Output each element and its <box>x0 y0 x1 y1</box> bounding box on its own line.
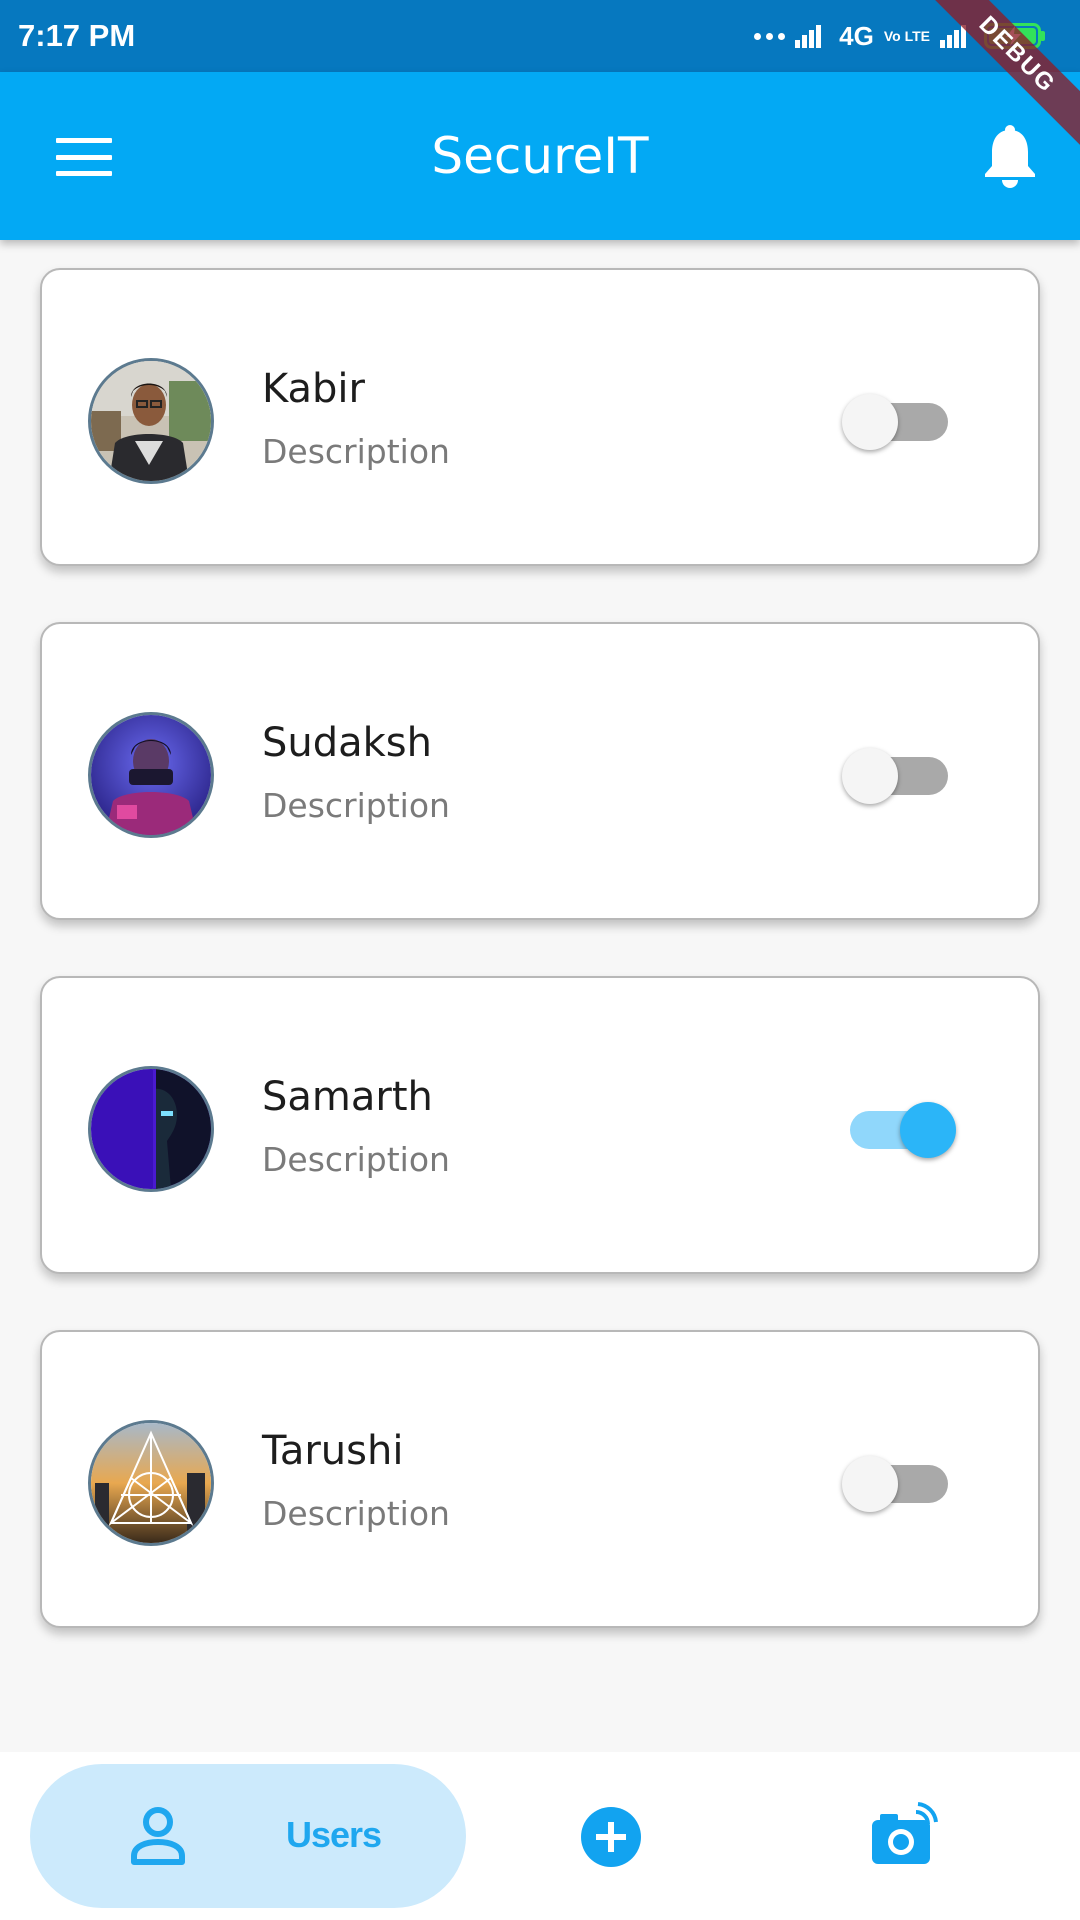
status-time: 7:17 PM <box>18 18 136 53</box>
network-type-label: 4G <box>839 20 874 51</box>
status-bar: 7:17 PM 4G Vo LTE <box>0 0 1080 72</box>
user-card[interactable]: Tarushi Description <box>40 1330 1040 1628</box>
more-dots-icon <box>754 32 786 40</box>
toggle-thumb <box>842 748 898 804</box>
menu-icon[interactable] <box>56 138 112 176</box>
add-circle-icon[interactable] <box>580 1806 642 1868</box>
user-name: Kabir <box>262 366 365 412</box>
user-card[interactable]: Kabir Description <box>40 268 1040 566</box>
bell-icon[interactable] <box>980 124 1040 188</box>
camera-icon[interactable] <box>870 1802 938 1868</box>
avatar <box>88 1420 214 1546</box>
user-name: Sudaksh <box>262 720 432 766</box>
user-description: Description <box>262 432 450 471</box>
avatar <box>88 1066 214 1192</box>
user-toggle[interactable] <box>842 1102 956 1158</box>
user-name: Tarushi <box>262 1428 404 1474</box>
user-card[interactable]: Sudaksh Description <box>40 622 1040 920</box>
user-description: Description <box>262 786 450 825</box>
user-toggle[interactable] <box>842 394 952 450</box>
app-bar: SecureIT <box>0 72 1080 240</box>
user-card[interactable]: Samarth Description <box>40 976 1040 1274</box>
user-toggle[interactable] <box>842 1456 952 1512</box>
user-description: Description <box>262 1494 450 1533</box>
avatar <box>88 712 214 838</box>
volte-label: Vo LTE <box>883 28 930 44</box>
nav-users-label: Users <box>286 1814 382 1855</box>
nav-tab-users[interactable]: Users <box>30 1764 466 1908</box>
user-description: Description <box>262 1140 450 1179</box>
signal-icon <box>795 25 822 48</box>
toggle-thumb <box>842 1456 898 1512</box>
toggle-thumb <box>842 394 898 450</box>
bottom-nav: Users <box>0 1752 1080 1920</box>
toggle-thumb <box>900 1102 956 1158</box>
user-toggle[interactable] <box>842 748 952 804</box>
app-title: SecureIT <box>431 127 649 185</box>
avatar <box>88 358 214 484</box>
person-icon <box>131 1807 185 1865</box>
user-name: Samarth <box>262 1074 433 1120</box>
